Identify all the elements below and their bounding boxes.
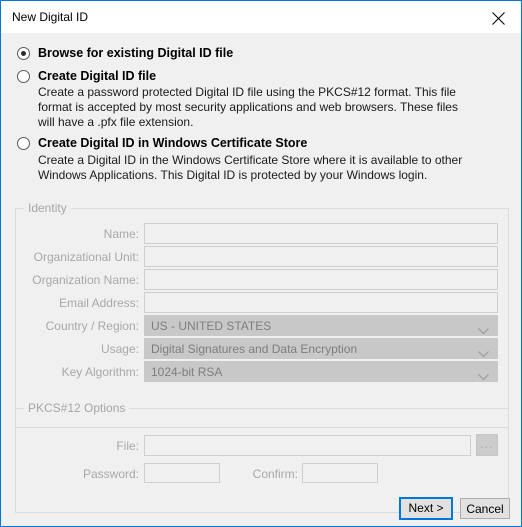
- select-usage[interactable]: Digital Signatures and Data Encryption: [144, 338, 498, 359]
- radio-label-create-file: Create Digital ID file: [38, 69, 157, 83]
- next-button[interactable]: Next >: [399, 497, 453, 520]
- label-password: Password:: [82, 467, 139, 481]
- radio-indicator-create-file: [17, 70, 30, 83]
- label-name: Name:: [103, 227, 139, 241]
- cancel-button[interactable]: Cancel: [460, 498, 510, 519]
- new-digital-id-dialog: New Digital ID Browse for existing Digit…: [0, 0, 522, 527]
- select-key-algorithm[interactable]: 1024-bit RSA: [144, 361, 498, 382]
- radio-indicator-cert-store: [17, 137, 30, 150]
- chevron-down-icon: [478, 347, 489, 361]
- browse-file-button[interactable]: ...: [476, 434, 498, 456]
- label-confirm: Confirm:: [252, 467, 298, 481]
- input-confirm[interactable]: [302, 463, 378, 483]
- label-file: File:: [116, 439, 139, 453]
- window-title: New Digital ID: [12, 10, 89, 24]
- label-country-region: Country / Region:: [45, 319, 139, 333]
- description-create-file: Create a password protected Digital ID f…: [38, 85, 458, 130]
- input-file[interactable]: [144, 435, 471, 456]
- pkcs12-options-group-title: PKCS#12 Options: [24, 401, 130, 415]
- input-organization-name[interactable]: [144, 269, 498, 290]
- label-key-algorithm: Key Algorithm:: [61, 365, 139, 379]
- input-email-address[interactable]: [144, 292, 498, 313]
- radio-indicator-browse-existing: [17, 47, 30, 60]
- description-cert-store: Create a Digital ID in the Windows Certi…: [38, 153, 463, 183]
- radio-label-browse-existing: Browse for existing Digital ID file: [38, 46, 234, 60]
- label-organizational-unit: Organizational Unit:: [33, 250, 139, 264]
- select-country-region[interactable]: US - UNITED STATES: [144, 315, 498, 336]
- label-email-address: Email Address:: [58, 296, 139, 310]
- input-password[interactable]: [144, 463, 220, 483]
- radio-label-cert-store: Create Digital ID in Windows Certificate…: [38, 136, 308, 150]
- select-country-region-value: US - UNITED STATES: [151, 319, 272, 333]
- identity-group-title: Identity: [24, 201, 71, 215]
- label-usage: Usage:: [100, 342, 139, 356]
- dialog-body: Browse for existing Digital ID file Crea…: [1, 33, 521, 526]
- select-key-algorithm-value: 1024-bit RSA: [151, 365, 223, 379]
- label-organization-name: Organization Name:: [32, 273, 139, 287]
- title-bar: New Digital ID: [1, 1, 521, 33]
- chevron-down-icon: [478, 324, 489, 338]
- select-usage-value: Digital Signatures and Data Encryption: [151, 342, 358, 356]
- chevron-down-icon: [478, 370, 489, 384]
- close-button[interactable]: [476, 1, 521, 33]
- input-organizational-unit[interactable]: [144, 246, 498, 267]
- input-name[interactable]: [144, 223, 498, 244]
